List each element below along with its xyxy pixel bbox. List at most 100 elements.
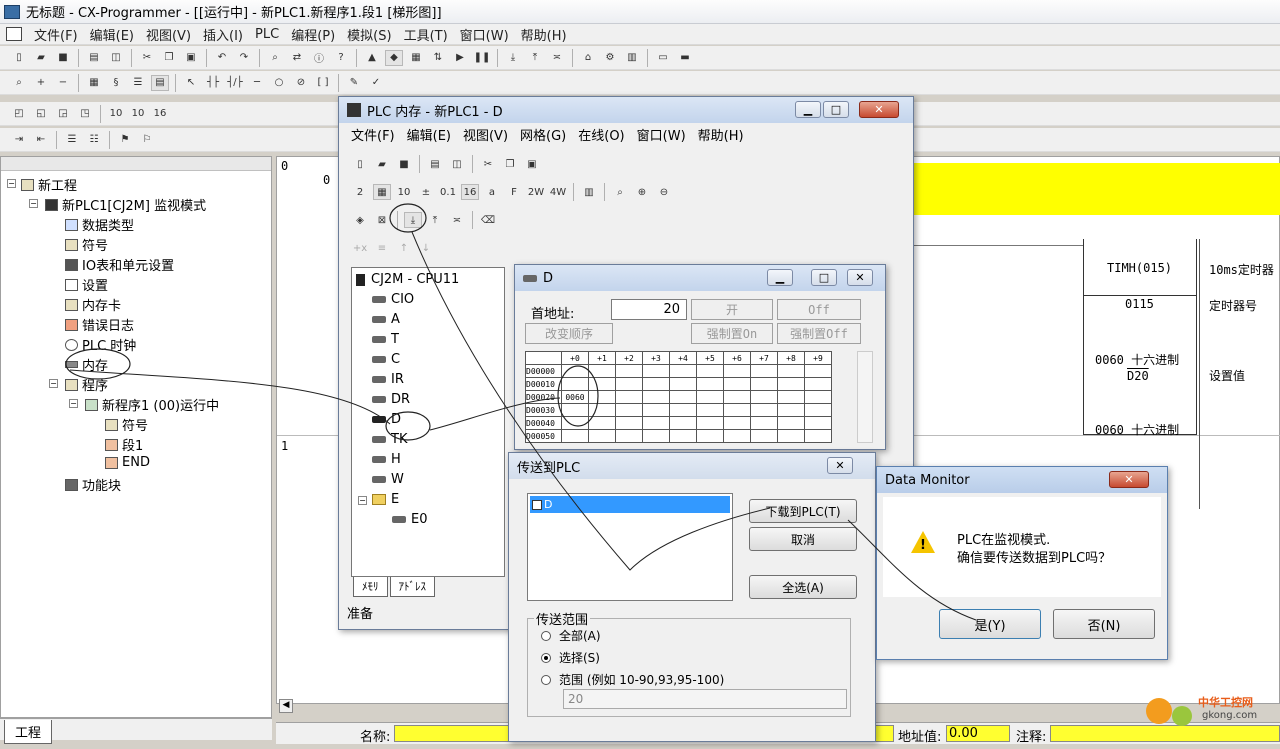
maximize-button[interactable]: □ <box>823 101 849 118</box>
ladder-view-icon[interactable]: ▤ <box>151 74 169 91</box>
mem-menu-view[interactable]: 视图(V) <box>457 125 514 144</box>
scroll-left-icon[interactable]: ◀ <box>279 699 293 713</box>
tree-plc[interactable]: 新PLC1[CJ2M] 监视模式 <box>45 195 206 214</box>
cut-icon[interactable]: ✂ <box>479 156 497 172</box>
grid-cell[interactable] <box>642 390 670 404</box>
comment-icon[interactable]: ☰ <box>63 132 81 148</box>
grid-cell[interactable] <box>750 364 778 378</box>
tree-item-section1[interactable]: 段1 <box>105 435 143 454</box>
download-to-plc-button[interactable]: 下载到PLC(T) <box>749 499 857 523</box>
grid-cell[interactable] <box>615 403 643 417</box>
contact-no-icon[interactable]: ┤├ <box>204 75 222 91</box>
menu-view[interactable]: 视图(V) <box>140 25 197 44</box>
monitor-icon[interactable]: ◆ <box>385 49 403 66</box>
menu-help[interactable]: 帮助(H) <box>515 25 573 44</box>
mem-menu-edit[interactable]: 编辑(E) <box>401 125 457 144</box>
area-c[interactable]: C <box>372 352 400 367</box>
grid-cell[interactable] <box>777 429 805 443</box>
io-icon[interactable]: ⌂ <box>579 50 597 66</box>
line-h-icon[interactable]: ─ <box>248 75 266 91</box>
menu-window[interactable]: 窗口(W) <box>454 25 515 44</box>
grid-cell[interactable] <box>669 390 697 404</box>
zoom-out-icon[interactable]: − <box>54 75 72 91</box>
open-icon[interactable]: ▰ <box>32 50 50 66</box>
tree-item-error-log[interactable]: 错误日志 <box>65 315 134 334</box>
transfer-from-plc-icon[interactable]: ⤒ <box>426 212 444 228</box>
grid-cell[interactable] <box>642 429 670 443</box>
force-off-icon[interactable]: ↓ <box>417 240 435 256</box>
close-button[interactable]: ✕ <box>859 101 899 118</box>
download-icon[interactable]: ⤓ <box>504 50 522 66</box>
grid-cell[interactable] <box>588 377 616 391</box>
grid-cell[interactable] <box>669 429 697 443</box>
menu-simulate[interactable]: 模拟(S) <box>341 25 397 44</box>
replace-icon[interactable]: ⇄ <box>288 50 306 66</box>
area-cio[interactable]: CIO <box>372 292 414 307</box>
undo-icon[interactable]: ↶ <box>213 50 231 66</box>
preview-icon[interactable]: ◫ <box>107 50 125 66</box>
menu-insert[interactable]: 插入(I) <box>197 25 249 44</box>
d-memory-grid[interactable]: +0 +1 +2 +3 +4 +5 +6 +7 +8 +9 D00000 D00010 D00020 00… <box>525 351 832 443</box>
transfer-icon[interactable]: ⇅ <box>429 50 447 66</box>
cancel-button[interactable]: 取消 <box>749 527 857 551</box>
grid-cell[interactable] <box>750 377 778 391</box>
list-icon[interactable]: ☰ <box>129 75 147 91</box>
grid-cell[interactable] <box>723 364 751 378</box>
close-button[interactable]: ✕ <box>847 269 873 286</box>
grid-cell[interactable] <box>588 429 616 443</box>
radio-range[interactable]: 范围 (例如 10-90,93,95-100) <box>541 671 724 688</box>
minimize-button[interactable]: ▁ <box>767 269 793 286</box>
grid-cell[interactable] <box>588 416 616 430</box>
grid-cell[interactable] <box>777 403 805 417</box>
menu-tools[interactable]: 工具(T) <box>398 25 454 44</box>
zoom-out-icon[interactable]: ⊖ <box>655 184 673 200</box>
grid-cell[interactable] <box>588 364 616 378</box>
pause-icon[interactable]: ❚❚ <box>473 50 491 66</box>
tab-address[interactable]: ｱﾄﾞﾚｽ <box>389 577 435 597</box>
grid-cell[interactable] <box>696 364 724 378</box>
zoom-icon[interactable]: ⌕ <box>611 184 629 200</box>
clear-icon[interactable]: ⌫ <box>479 212 497 228</box>
range-input[interactable]: 20 <box>563 689 847 709</box>
grid-cell[interactable] <box>642 377 670 391</box>
grid-icon[interactable]: ▦ <box>85 75 103 91</box>
minimize-button[interactable]: ▁ <box>795 101 821 118</box>
grid-cell[interactable] <box>615 377 643 391</box>
tree-collapse-icon[interactable]: − <box>69 399 78 408</box>
maximize-button[interactable]: □ <box>811 269 837 286</box>
grid-cell[interactable] <box>804 403 832 417</box>
compare-icon[interactable]: ≍ <box>548 50 566 66</box>
transfer-to-plc-icon[interactable]: ⤓ <box>404 212 422 228</box>
tree-collapse-icon[interactable]: − <box>7 179 16 188</box>
watch-window-icon[interactable]: ◲ <box>54 106 72 122</box>
tab-project[interactable]: 工程 <box>4 720 53 744</box>
yes-button[interactable]: 是(Y) <box>939 609 1041 639</box>
open-icon[interactable]: ▰ <box>373 156 391 172</box>
area-dr[interactable]: DR <box>372 392 410 407</box>
start-address-input[interactable]: 20 <box>611 299 687 320</box>
grid-cell[interactable] <box>669 364 697 378</box>
float-icon[interactable]: F <box>505 184 523 200</box>
tree-item-prog-symbols[interactable]: 符号 <box>105 415 148 434</box>
ascii-icon[interactable]: a <box>483 184 501 200</box>
area-a[interactable]: A <box>372 312 400 327</box>
area-ir[interactable]: IR <box>372 372 404 387</box>
grid-cell[interactable] <box>723 377 751 391</box>
compare-icon[interactable]: ≍ <box>448 212 466 228</box>
radio-all[interactable]: 全部(A) <box>541 627 601 644</box>
help-icon[interactable]: ? <box>332 50 350 66</box>
area-e0[interactable]: E0 <box>392 512 428 527</box>
grid-cell[interactable] <box>615 429 643 443</box>
select-all-button[interactable]: 全选(A) <box>749 575 857 599</box>
window-tile-icon[interactable]: ▭ <box>654 50 672 66</box>
grid-cell[interactable] <box>804 416 832 430</box>
force-off-button[interactable]: 强制置Off <box>777 323 861 344</box>
menu-edit[interactable]: 编辑(E) <box>84 25 140 44</box>
grid-cell[interactable] <box>615 416 643 430</box>
preview-icon[interactable]: ◫ <box>448 156 466 172</box>
tree-item-memory[interactable]: 内存 <box>65 355 108 374</box>
online-icon[interactable]: ▲ <box>363 50 381 66</box>
force-on-icon[interactable]: ↑ <box>395 240 413 256</box>
grid-cell[interactable] <box>669 416 697 430</box>
cut-icon[interactable]: ✂ <box>138 50 156 66</box>
